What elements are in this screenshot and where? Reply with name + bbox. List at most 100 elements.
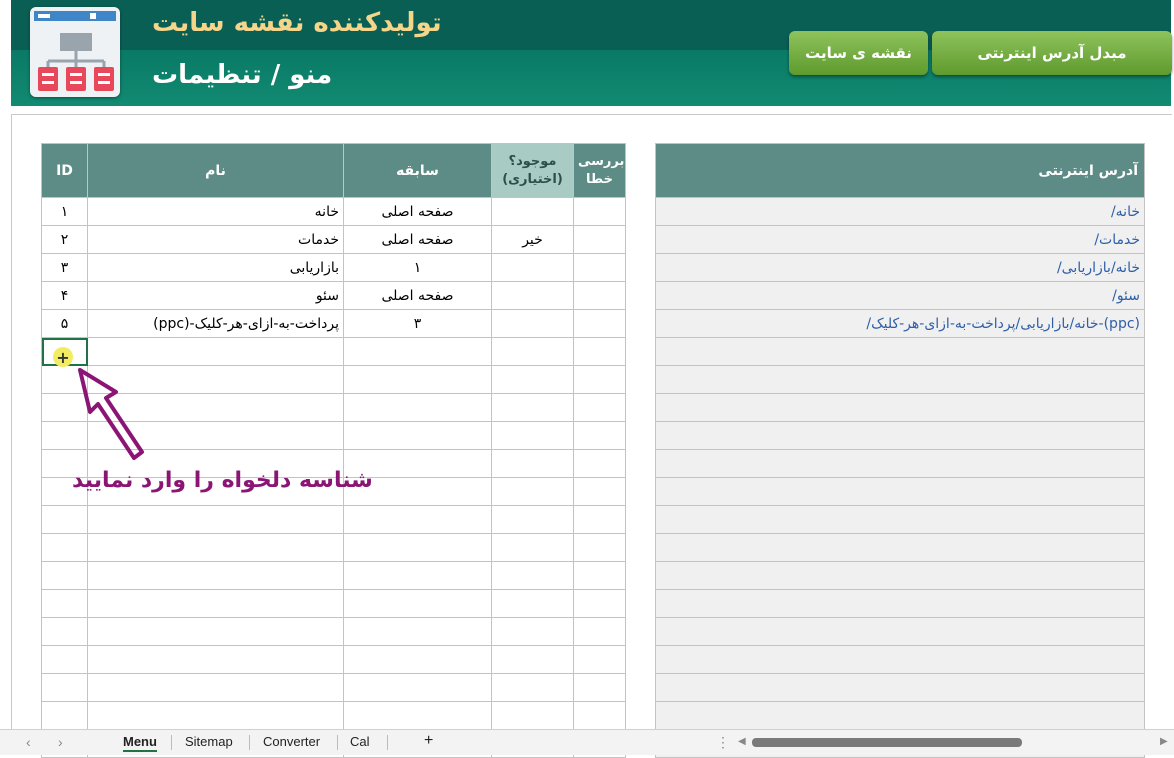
cell-exists[interactable] — [491, 505, 574, 534]
cell-exists[interactable] — [491, 337, 574, 366]
cell-name[interactable]: خدمات — [87, 225, 344, 254]
cell-check[interactable] — [573, 589, 626, 618]
add-sheet-button[interactable]: + — [424, 732, 433, 750]
cell-check[interactable] — [573, 281, 626, 310]
col-header-name[interactable]: نام — [87, 143, 344, 198]
cell-check[interactable] — [573, 365, 626, 394]
tab-cal[interactable]: Cal — [350, 734, 370, 749]
cell-name[interactable]: سئو — [87, 281, 344, 310]
next-sheet-icon[interactable]: › — [58, 734, 63, 750]
cell-url[interactable] — [655, 365, 1145, 394]
cell-id[interactable]: ۳ — [41, 253, 88, 282]
scroll-right-icon[interactable]: ▶ — [1160, 736, 1168, 747]
cell-exists[interactable] — [491, 197, 574, 226]
cell-name[interactable] — [87, 533, 344, 562]
cell-parent[interactable] — [343, 589, 492, 618]
cell-url[interactable] — [655, 701, 1145, 730]
cell-check[interactable] — [573, 701, 626, 730]
cell-url[interactable]: /خدمات — [655, 225, 1145, 254]
more-options-icon[interactable]: ⋮ — [716, 734, 730, 751]
cell-name[interactable] — [87, 589, 344, 618]
cell-check[interactable] — [573, 253, 626, 282]
cell-exists[interactable] — [491, 701, 574, 730]
cell-exists[interactable] — [491, 393, 574, 422]
cell-exists[interactable] — [491, 561, 574, 590]
cell-check[interactable] — [573, 421, 626, 450]
cell-id[interactable] — [41, 505, 88, 534]
cell-name[interactable]: خانه — [87, 197, 344, 226]
cell-check[interactable] — [573, 337, 626, 366]
cell-exists[interactable] — [491, 421, 574, 450]
cell-id[interactable] — [41, 617, 88, 646]
cell-name[interactable]: بازاریابی — [87, 253, 344, 282]
cell-url[interactable] — [655, 421, 1145, 450]
cell-url[interactable] — [655, 505, 1145, 534]
cell-id[interactable] — [41, 533, 88, 562]
cell-parent[interactable] — [343, 673, 492, 702]
cell-url[interactable] — [655, 533, 1145, 562]
prev-sheet-icon[interactable]: ‹ — [26, 734, 31, 750]
cell-parent[interactable] — [343, 393, 492, 422]
cell-parent[interactable] — [343, 561, 492, 590]
cell-url[interactable]: /خانه/بازاریابی — [655, 253, 1145, 282]
cell-exists[interactable] — [491, 589, 574, 618]
cell-parent[interactable] — [343, 421, 492, 450]
cell-url[interactable] — [655, 393, 1145, 422]
cell-exists[interactable] — [491, 281, 574, 310]
cell-exists[interactable] — [491, 309, 574, 338]
cell-parent[interactable] — [343, 365, 492, 394]
cell-parent[interactable] — [343, 617, 492, 646]
cell-url[interactable] — [655, 337, 1145, 366]
cell-id[interactable]: ۵ — [41, 309, 88, 338]
cell-exists[interactable] — [491, 449, 574, 478]
cell-url[interactable] — [655, 645, 1145, 674]
cell-id[interactable] — [41, 645, 88, 674]
cell-check[interactable] — [573, 225, 626, 254]
col-header-check[interactable]: بررسی خطا — [573, 143, 626, 198]
col-header-url[interactable]: آدرس اینترنتی — [655, 143, 1145, 198]
tab-converter[interactable]: Converter — [263, 734, 320, 749]
cell-id[interactable] — [41, 589, 88, 618]
col-header-id[interactable]: ID — [41, 143, 88, 198]
col-header-parent[interactable]: سابقه — [343, 143, 492, 198]
cell-parent[interactable]: ۳ — [343, 309, 492, 338]
cell-parent[interactable] — [343, 337, 492, 366]
cell-exists[interactable]: خیر — [491, 225, 574, 254]
cell-check[interactable] — [573, 477, 626, 506]
cell-check[interactable] — [573, 449, 626, 478]
cell-parent[interactable] — [343, 701, 492, 730]
col-header-exists[interactable]: موجود؟ (اختیاری) — [491, 143, 574, 198]
cell-name[interactable] — [87, 645, 344, 674]
cell-name[interactable] — [87, 673, 344, 702]
url-converter-button[interactable]: مبدل آدرس اینترنتی — [932, 31, 1172, 75]
cell-check[interactable] — [573, 533, 626, 562]
cell-parent[interactable]: صفحه اصلی — [343, 281, 492, 310]
cell-url[interactable] — [655, 589, 1145, 618]
cell-name[interactable] — [87, 337, 344, 366]
cell-url[interactable] — [655, 673, 1145, 702]
cell-check[interactable] — [573, 561, 626, 590]
cell-check[interactable] — [573, 673, 626, 702]
cell-parent[interactable] — [343, 645, 492, 674]
scroll-left-icon[interactable]: ◀ — [738, 736, 746, 747]
cell-url[interactable]: /خانه/بازاریابی/پرداخت-به-ازای-هر-کلیک-(… — [655, 309, 1145, 338]
cell-exists[interactable] — [491, 365, 574, 394]
cell-name[interactable] — [87, 505, 344, 534]
cell-id[interactable] — [41, 561, 88, 590]
cell-id[interactable] — [41, 673, 88, 702]
cell-exists[interactable] — [491, 533, 574, 562]
cell-url[interactable] — [655, 561, 1145, 590]
sitemap-button[interactable]: نقشه ی سایت — [789, 31, 928, 75]
cell-check[interactable] — [573, 645, 626, 674]
cell-exists[interactable] — [491, 673, 574, 702]
cell-parent[interactable] — [343, 505, 492, 534]
tab-menu[interactable]: Menu — [123, 734, 157, 752]
cell-url[interactable] — [655, 477, 1145, 506]
cell-parent[interactable]: صفحه اصلی — [343, 225, 492, 254]
cell-url[interactable] — [655, 617, 1145, 646]
cell-name[interactable] — [87, 617, 344, 646]
cell-exists[interactable] — [491, 645, 574, 674]
cell-exists[interactable] — [491, 253, 574, 282]
tab-sitemap[interactable]: Sitemap — [185, 734, 233, 749]
cell-check[interactable] — [573, 309, 626, 338]
